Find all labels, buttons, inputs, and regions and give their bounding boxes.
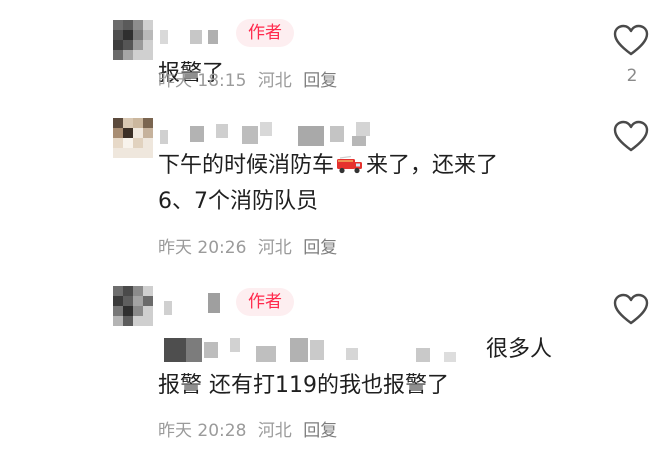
avatar[interactable] <box>113 286 153 326</box>
blurred-text <box>160 336 480 364</box>
avatar[interactable] <box>113 20 153 60</box>
blurred-username[interactable] <box>160 293 230 317</box>
blurred-username[interactable] <box>160 122 390 148</box>
like-button[interactable] <box>612 292 650 326</box>
comment-location: 河北 <box>257 238 292 258</box>
comment-meta: 昨天 20:28 河北 回复 <box>158 416 343 441</box>
comment-meta: 昨天 18:15 河北 回复 <box>158 66 343 91</box>
reply-button[interactable]: 回复 <box>303 71 337 91</box>
comment-time: 昨天 20:28 <box>158 421 247 441</box>
comment-text-line2: 报警 还有打119的我也报警了 <box>158 373 449 398</box>
fire-truck-emoji-icon <box>336 150 364 174</box>
comment-text-part1: 下午的时候消防车 <box>158 153 335 178</box>
like-button[interactable] <box>612 119 650 153</box>
comment-meta: 昨天 20:26 河北 回复 <box>158 233 343 258</box>
avatar[interactable] <box>113 118 153 158</box>
heart-outline-icon <box>613 24 649 56</box>
comment-time: 昨天 18:15 <box>158 71 247 91</box>
comment-location: 河北 <box>257 71 292 91</box>
comment-text: 下午的时候消防车 来了，还来了 <box>158 148 498 184</box>
author-badge: 作者 <box>236 19 294 47</box>
author-badge: 作者 <box>236 288 294 316</box>
blurred-username[interactable] <box>160 30 230 46</box>
heart-outline-icon <box>613 120 649 152</box>
like-count: 2 <box>626 66 638 86</box>
comment-text-part2: 来了，还来了 <box>366 153 499 178</box>
heart-outline-icon <box>613 293 649 325</box>
comment-text-tail: 很多人 <box>486 337 553 362</box>
like-button[interactable] <box>612 23 650 57</box>
reply-button[interactable]: 回复 <box>303 238 337 258</box>
reply-button[interactable]: 回复 <box>303 421 337 441</box>
comment-location: 河北 <box>257 421 292 441</box>
comment-text-line2: 6、7个消防队员 <box>158 189 318 214</box>
comment-time: 昨天 20:26 <box>158 238 247 258</box>
